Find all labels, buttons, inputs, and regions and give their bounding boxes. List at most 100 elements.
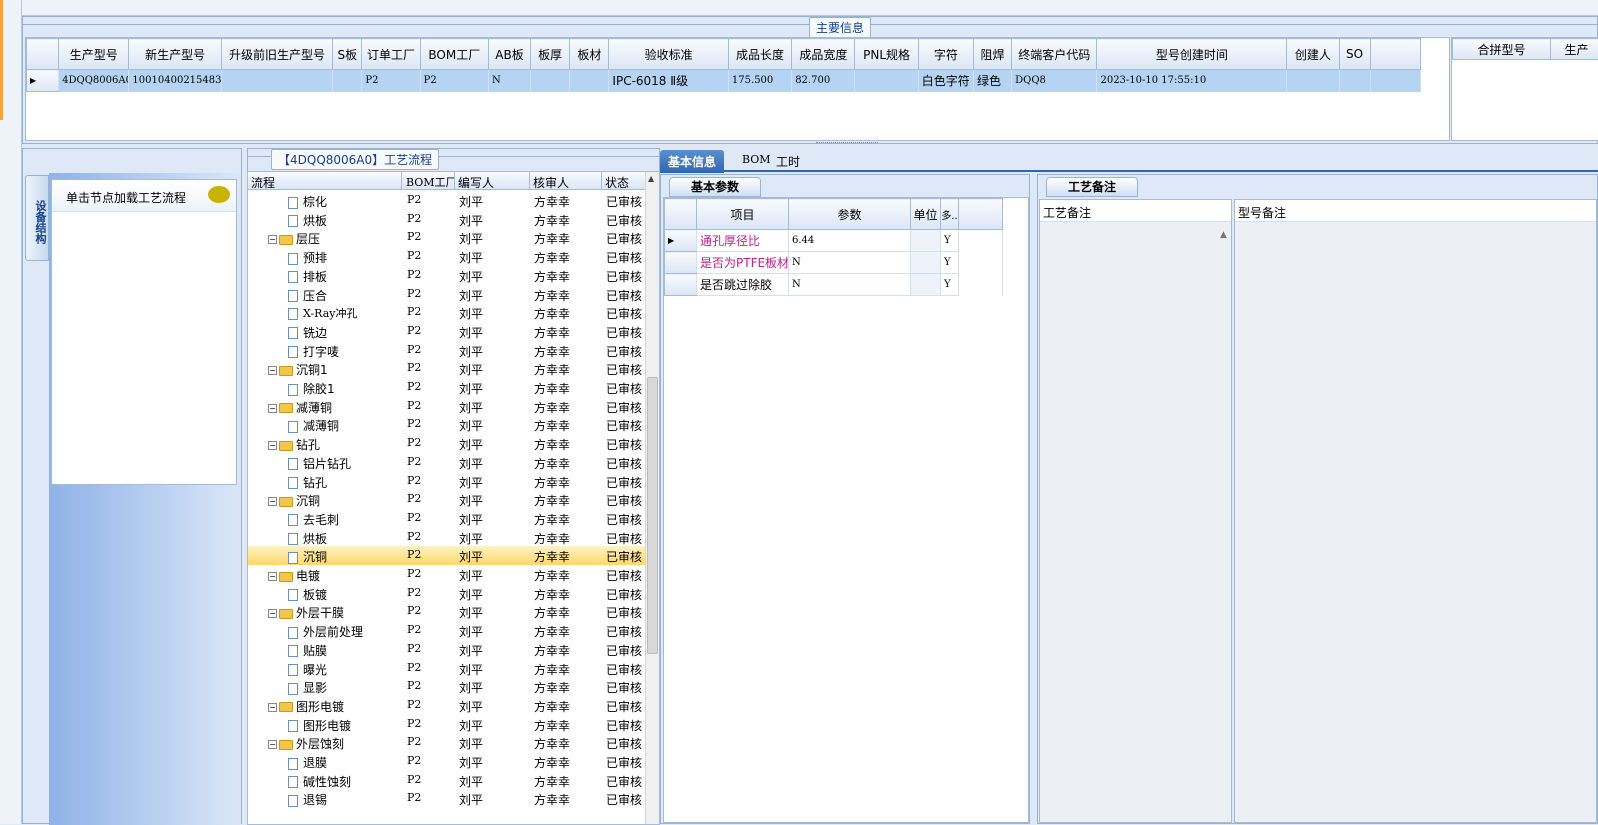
main-cell[interactable]: 绿色 bbox=[973, 70, 1011, 92]
params-cell-item[interactable]: 是否跳过除胶 bbox=[697, 274, 789, 296]
main-cell[interactable] bbox=[1339, 70, 1370, 92]
main-col-header[interactable]: 新生产型号 bbox=[129, 39, 221, 70]
flow-tree-row[interactable]: 压合P2刘平方幸幸已审核 bbox=[248, 285, 658, 304]
flow-node[interactable]: 图形电镀 bbox=[288, 717, 351, 734]
main-col-header[interactable]: 升级前旧生产型号 bbox=[221, 39, 332, 70]
flow-node[interactable]: −沉铜1 bbox=[268, 361, 328, 378]
flow-tree-row[interactable]: −外层蚀刻P2刘平方幸幸已审核 bbox=[248, 733, 658, 752]
flow-node[interactable]: 烘板 bbox=[288, 530, 327, 547]
main-cell[interactable]: DQQ8 bbox=[1012, 70, 1097, 92]
flow-node[interactable]: 烘板 bbox=[288, 212, 327, 229]
collapse-icon[interactable]: − bbox=[268, 609, 277, 618]
main-col-header[interactable]: SO bbox=[1339, 39, 1370, 70]
flow-node[interactable]: 钻孔 bbox=[288, 474, 327, 491]
flow-tree-row[interactable]: 钻孔P2刘平方幸幸已审核 bbox=[248, 472, 658, 491]
main-cell[interactable]: N bbox=[488, 70, 530, 92]
main-cell[interactable] bbox=[531, 70, 570, 92]
params-col-value[interactable]: 参数 bbox=[789, 199, 911, 230]
main-col-header[interactable]: 创建人 bbox=[1287, 39, 1339, 70]
flow-tree-row[interactable]: 图形电镀P2刘平方幸幸已审核 bbox=[248, 715, 658, 734]
main-cell[interactable] bbox=[221, 70, 332, 92]
flow-tree-row[interactable]: 沉铜P2刘平方幸幸已审核 bbox=[248, 546, 658, 565]
process-note-box[interactable]: 工艺备注 ▲ bbox=[1039, 199, 1232, 823]
collapse-icon[interactable]: − bbox=[268, 404, 277, 413]
flow-node[interactable]: −图形电镀 bbox=[268, 698, 344, 715]
main-cell[interactable]: 175.500 bbox=[728, 70, 791, 92]
flow-tree-row[interactable]: 铣边P2刘平方幸幸已审核 bbox=[248, 322, 658, 341]
flow-node[interactable]: 外层前处理 bbox=[288, 623, 363, 640]
flow-node[interactable]: 碱性蚀刻 bbox=[288, 773, 351, 790]
flow-tree-row[interactable]: 预排P2刘平方幸幸已审核 bbox=[248, 247, 658, 266]
flow-tree-row[interactable]: 铝片钻孔P2刘平方幸幸已审核 bbox=[248, 453, 658, 472]
params-cell-flag[interactable]: Y bbox=[941, 274, 959, 296]
flow-tree-row[interactable]: 外层前处理P2刘平方幸幸已审核 bbox=[248, 621, 658, 640]
flow-tree-row[interactable]: 显影P2刘平方幸幸已审核 bbox=[248, 677, 658, 696]
tab-work-hours[interactable]: 工时 bbox=[768, 150, 808, 173]
main-col-header[interactable]: 成品宽度 bbox=[792, 39, 855, 70]
flow-col-header[interactable]: 流程 bbox=[248, 172, 402, 190]
flow-tree-row[interactable]: −外层干膜P2刘平方幸幸已审核 bbox=[248, 602, 658, 621]
params-cell-value[interactable]: N bbox=[789, 274, 911, 296]
main-col-header[interactable]: PNL规格 bbox=[855, 39, 918, 70]
flow-node[interactable]: −减薄铜 bbox=[268, 399, 332, 416]
flow-tree-row[interactable]: −图形电镀P2刘平方幸幸已审核 bbox=[248, 696, 658, 715]
main-cell[interactable] bbox=[333, 70, 362, 92]
main-cell[interactable]: 2023-10-10 17:55:10 bbox=[1097, 70, 1287, 92]
params-col-unit[interactable]: 单位 bbox=[911, 199, 941, 230]
row-indicator[interactable]: ▶ bbox=[665, 230, 697, 252]
flow-node[interactable]: 排板 bbox=[288, 268, 327, 285]
main-col-header[interactable]: 板厚 bbox=[531, 39, 570, 70]
flow-tree-row[interactable]: 打字唛P2刘平方幸幸已审核 bbox=[248, 341, 658, 360]
table-row[interactable]: ▶4DQQ8006A010010400215483P2P2NIPC-6018 Ⅱ… bbox=[27, 70, 1421, 92]
structure-vertical-tab[interactable]: 设备结构 bbox=[25, 175, 49, 261]
flow-node[interactable]: −电镀 bbox=[268, 567, 320, 584]
flow-col-header[interactable]: 核审人 bbox=[530, 172, 602, 190]
flow-node[interactable]: X-Ray冲孔 bbox=[288, 305, 357, 321]
scroll-up-icon[interactable]: ▲ bbox=[1220, 230, 1227, 240]
flow-tree-row[interactable]: −电镀P2刘平方幸幸已审核 bbox=[248, 565, 658, 584]
merge-model-header[interactable]: 合拼型号 bbox=[1453, 39, 1551, 60]
tab-basic-info[interactable]: 基本信息 bbox=[660, 150, 724, 173]
main-col-header[interactable]: 板材 bbox=[570, 39, 609, 70]
main-col-header[interactable]: 生产型号 bbox=[59, 39, 129, 70]
params-row[interactable]: ▶通孔厚径比6.44Y bbox=[665, 230, 1003, 252]
flow-node[interactable]: 减薄铜 bbox=[288, 417, 339, 434]
flow-tree-row[interactable]: −钻孔P2刘平方幸幸已审核 bbox=[248, 434, 658, 453]
row-indicator-header[interactable] bbox=[27, 39, 59, 70]
params-cell-unit[interactable] bbox=[911, 230, 941, 252]
flow-tree-row[interactable]: −沉铜1P2刘平方幸幸已审核 bbox=[248, 359, 658, 378]
main-col-header[interactable]: 订单工厂 bbox=[362, 39, 420, 70]
flow-node[interactable]: 显影 bbox=[288, 679, 327, 696]
tab-process-notes[interactable]: 工艺备注 bbox=[1046, 177, 1138, 197]
flow-node[interactable]: −沉铜 bbox=[268, 492, 320, 509]
flow-node[interactable]: 除胶1 bbox=[288, 380, 335, 397]
flow-col-header[interactable]: BOM工厂 bbox=[403, 172, 455, 190]
scroll-up-icon[interactable]: ▲ bbox=[648, 174, 654, 183]
flow-node[interactable]: −外层蚀刻 bbox=[268, 735, 344, 752]
main-cell[interactable] bbox=[855, 70, 918, 92]
scroll-thumb[interactable] bbox=[647, 377, 658, 654]
flow-tree-row[interactable]: 退锡P2刘平方幸幸已审核 bbox=[248, 789, 658, 808]
flow-tree-row[interactable]: 板镀P2刘平方幸幸已审核 bbox=[248, 584, 658, 603]
params-row[interactable]: 是否为PTFE板材NY bbox=[665, 252, 1003, 274]
collapse-icon[interactable]: − bbox=[268, 235, 277, 244]
row-indicator[interactable]: ▶ bbox=[27, 70, 59, 92]
collapse-icon[interactable]: − bbox=[268, 703, 277, 712]
collapse-icon[interactable]: − bbox=[268, 572, 277, 581]
params-indicator-header[interactable] bbox=[665, 199, 697, 230]
params-cell-value[interactable]: 6.44 bbox=[789, 230, 911, 252]
main-cell[interactable]: P2 bbox=[362, 70, 420, 92]
main-cell[interactable] bbox=[1287, 70, 1339, 92]
main-col-header[interactable]: S板 bbox=[333, 39, 362, 70]
flow-node[interactable]: 铣边 bbox=[288, 324, 327, 341]
main-col-header[interactable]: 成品长度 bbox=[728, 39, 791, 70]
flow-node[interactable]: 去毛刺 bbox=[288, 511, 339, 528]
flow-node[interactable]: 打字唛 bbox=[288, 343, 339, 360]
flow-tree-row[interactable]: 烘板P2刘平方幸幸已审核 bbox=[248, 528, 658, 547]
row-indicator[interactable] bbox=[665, 252, 697, 274]
flow-tree-row[interactable]: 退膜P2刘平方幸幸已审核 bbox=[248, 752, 658, 771]
params-cell-unit[interactable] bbox=[911, 274, 941, 296]
flow-node[interactable]: 棕化 bbox=[288, 193, 327, 210]
collapse-icon[interactable]: − bbox=[268, 366, 277, 375]
params-col-item[interactable]: 项目 bbox=[697, 199, 789, 230]
